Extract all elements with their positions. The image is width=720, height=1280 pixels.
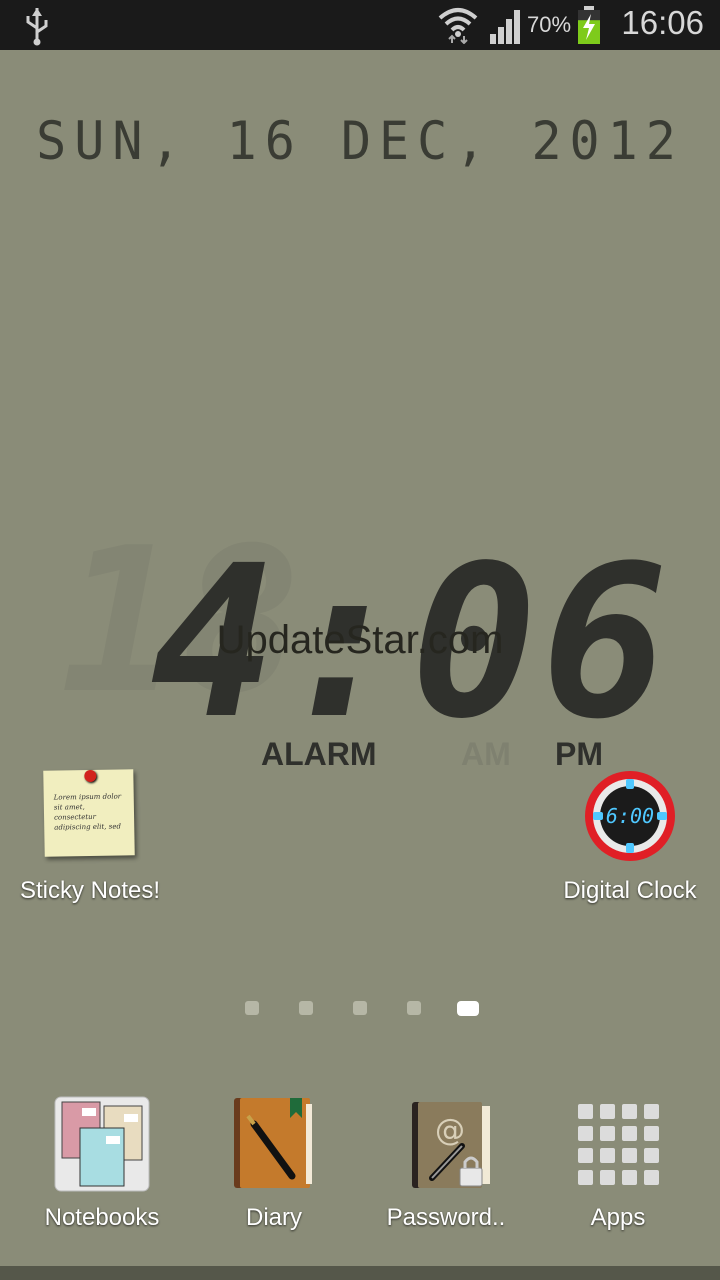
status-bar: 70% 16:06 xyxy=(0,0,720,50)
sticky-note-text: Lorem ipsum dolor sit amet, consectetur … xyxy=(53,792,122,832)
alarm-label: ALARM xyxy=(261,736,377,772)
diary-icon xyxy=(234,1098,312,1188)
battery-charging-icon xyxy=(578,6,600,44)
battery-percent: 70% xyxy=(527,12,572,37)
diary-label: Diary xyxy=(245,1204,302,1231)
pm-label: PM xyxy=(555,736,603,772)
date-text: SUN, 16 DEC, 2012 xyxy=(36,110,684,172)
digital-clock-icon: 6:00 xyxy=(585,771,675,861)
page-dot[interactable] xyxy=(245,1001,259,1015)
password-label: Password.. xyxy=(386,1204,506,1231)
sticky-notes-label: Sticky Notes! xyxy=(19,877,161,904)
digital-clock-label: Digital Clock xyxy=(563,877,697,904)
signal-icon xyxy=(490,10,520,44)
sticky-note-icon: Lorem ipsum dolor sit amet, consectetur … xyxy=(43,769,135,857)
am-label: AM xyxy=(461,736,511,772)
page-dot-active[interactable] xyxy=(457,1001,479,1016)
clock-face-text: 6:00 xyxy=(606,804,654,828)
notebooks-icon xyxy=(54,1096,150,1192)
svg-text:@: @ xyxy=(435,1113,465,1148)
page-dot[interactable] xyxy=(353,1001,367,1015)
notebooks-label: Notebooks xyxy=(44,1204,160,1231)
usb-icon xyxy=(26,8,48,46)
page-dot[interactable] xyxy=(407,1001,421,1015)
apps-label: Apps xyxy=(590,1204,646,1231)
wifi-icon xyxy=(438,8,478,44)
bottom-edge xyxy=(0,1266,720,1280)
password-icon: @ xyxy=(412,1102,490,1188)
watermark-text: UpdateStar.com xyxy=(216,618,504,662)
page-dot[interactable] xyxy=(299,1001,313,1015)
status-time: 16:06 xyxy=(621,4,704,41)
